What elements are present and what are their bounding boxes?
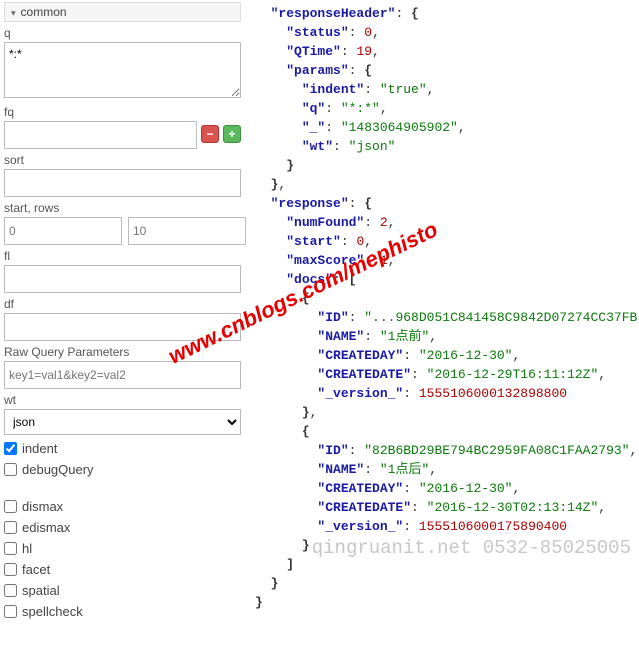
indent-checkbox[interactable] <box>4 442 17 455</box>
wt-select[interactable]: json <box>4 409 241 435</box>
edismax-label: edismax <box>22 520 70 535</box>
fl-label: fl <box>4 249 241 263</box>
q-input[interactable]: *:* <box>4 42 241 98</box>
sort-input[interactable] <box>4 169 241 197</box>
spatial-checkbox[interactable] <box>4 584 17 597</box>
raw-input[interactable] <box>4 361 241 389</box>
fq-remove-button[interactable]: − <box>201 125 219 143</box>
facet-label: facet <box>22 562 50 577</box>
rows-input[interactable] <box>128 217 246 245</box>
spellcheck-checkbox[interactable] <box>4 605 17 618</box>
dismax-label: dismax <box>22 499 63 514</box>
debugquery-label: debugQuery <box>22 462 94 477</box>
df-label: df <box>4 297 241 311</box>
fq-add-button[interactable]: + <box>223 125 241 143</box>
q-label: q <box>4 26 241 40</box>
edismax-checkbox[interactable] <box>4 521 17 534</box>
debugquery-checkbox[interactable] <box>4 463 17 476</box>
indent-label: indent <box>22 441 57 456</box>
json-response: "responseHeader": { "status": 0, "QTime"… <box>255 4 639 612</box>
fl-input[interactable] <box>4 265 241 293</box>
dismax-checkbox[interactable] <box>4 500 17 513</box>
sort-label: sort <box>4 153 241 167</box>
fq-label: fq <box>4 105 241 119</box>
fq-input[interactable] <box>4 121 197 149</box>
df-input[interactable] <box>4 313 241 341</box>
spellcheck-label: spellcheck <box>22 604 83 619</box>
raw-label: Raw Query Parameters <box>4 345 241 359</box>
hl-checkbox[interactable] <box>4 542 17 555</box>
spatial-label: spatial <box>22 583 60 598</box>
facet-checkbox[interactable] <box>4 563 17 576</box>
hl-label: hl <box>22 541 32 556</box>
wt-label: wt <box>4 393 241 407</box>
start-input[interactable] <box>4 217 122 245</box>
common-section-header[interactable]: common <box>4 2 241 22</box>
startrows-label: start, rows <box>4 201 241 215</box>
